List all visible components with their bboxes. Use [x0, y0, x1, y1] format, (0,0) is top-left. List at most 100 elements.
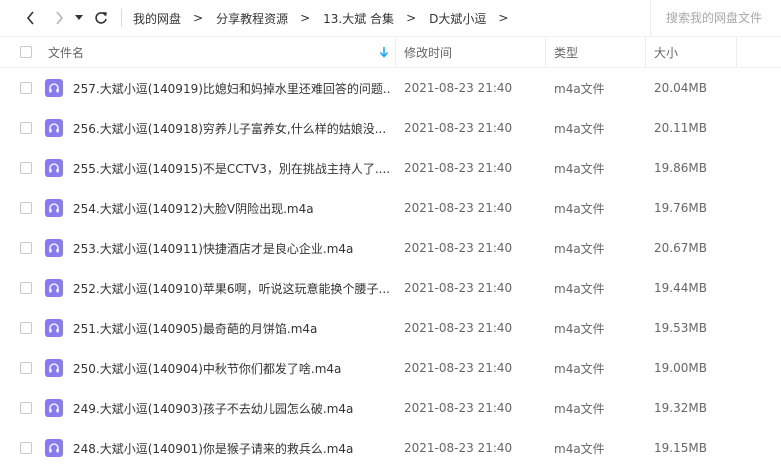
file-list-header: 文件名 修改时间 类型 大小 [0, 36, 781, 68]
file-list: 257.大斌小逗(140919)比媳妇和妈掉水里还难回答的问题... 2021-… [0, 68, 781, 468]
file-row[interactable]: 256.大斌小逗(140918)穷养儿子富养女,什么样的姑娘没... 2021-… [0, 108, 781, 148]
toolbar: 我的网盘 > 分享教程资源 > 13.大斌 合集 > D大斌小逗 > [0, 0, 781, 36]
file-row[interactable]: 255.大斌小逗(140915)不是CCTV3，別在挑战主持人了.... 202… [0, 148, 781, 188]
column-divider[interactable] [545, 37, 546, 67]
file-type: m4a文件 [554, 241, 605, 256]
audio-file-icon [45, 199, 63, 217]
audio-file-icon [45, 399, 63, 417]
file-name[interactable]: 257.大斌小逗(140919)比媳妇和妈掉水里还难回答的问题... [73, 68, 391, 108]
column-divider[interactable] [645, 37, 646, 67]
row-checkbox[interactable] [20, 242, 32, 254]
headphones-icon [49, 363, 59, 373]
file-name[interactable]: 254.大斌小逗(140912)大脸V阴险出现.m4a [73, 188, 391, 228]
column-header-name[interactable]: 文件名 [48, 37, 84, 67]
file-modified-time: 2021-08-23 21:40 [404, 81, 513, 95]
file-modified-time: 2021-08-23 21:40 [404, 361, 513, 375]
headphones-icon [49, 163, 59, 173]
file-modified-time: 2021-08-23 21:40 [404, 241, 513, 255]
file-size: 19.53MB [654, 321, 707, 335]
breadcrumb-item-shared[interactable]: 分享教程资源 [216, 10, 288, 27]
file-size: 19.32MB [654, 401, 707, 415]
toolbar-divider [121, 9, 122, 27]
file-size: 19.86MB [654, 161, 707, 175]
file-name[interactable]: 253.大斌小逗(140911)快捷酒店才是良心企业.m4a [73, 228, 391, 268]
file-modified-time: 2021-08-23 21:40 [404, 441, 513, 455]
row-checkbox[interactable] [20, 202, 32, 214]
file-name[interactable]: 248.大斌小逗(140901)你是猴子请来的救兵么.m4a [73, 428, 391, 468]
row-checkbox[interactable] [20, 82, 32, 94]
file-row[interactable]: 257.大斌小逗(140919)比媳妇和妈掉水里还难回答的问题... 2021-… [0, 68, 781, 108]
column-divider[interactable] [736, 37, 737, 67]
file-row[interactable]: 251.大斌小逗(140905)最奇葩的月饼馅.m4a 2021-08-23 2… [0, 308, 781, 348]
headphones-icon [49, 323, 59, 333]
headphones-icon [49, 243, 59, 253]
file-modified-time: 2021-08-23 21:40 [404, 321, 513, 335]
audio-file-icon [45, 439, 63, 457]
search-input[interactable] [651, 10, 781, 26]
breadcrumb-separator: > [406, 11, 417, 25]
file-row[interactable]: 252.大斌小逗(140910)苹果6啊，听说这玩意能换个腰子.... 2021… [0, 268, 781, 308]
refresh-icon [95, 12, 107, 24]
file-type: m4a文件 [554, 441, 605, 456]
file-name[interactable]: 249.大斌小逗(140903)孩子不去幼儿园怎么破.m4a [73, 388, 391, 428]
breadcrumb-item-current[interactable]: D大斌小逗 [429, 10, 486, 27]
file-modified-time: 2021-08-23 21:40 [404, 161, 513, 175]
sort-down-arrow-icon[interactable] [379, 46, 389, 58]
headphones-icon [49, 283, 59, 293]
headphones-icon [49, 83, 59, 93]
audio-file-icon [45, 319, 63, 337]
file-type: m4a文件 [554, 281, 605, 296]
row-checkbox[interactable] [20, 442, 32, 454]
file-size: 20.04MB [654, 81, 707, 95]
column-header-size[interactable]: 大小 [654, 37, 678, 67]
column-divider[interactable] [395, 37, 396, 67]
select-all-checkbox[interactable] [20, 46, 32, 58]
column-header-modified[interactable]: 修改时间 [404, 37, 452, 67]
forward-button[interactable] [48, 7, 70, 29]
file-type: m4a文件 [554, 161, 605, 176]
row-checkbox[interactable] [20, 282, 32, 294]
row-checkbox[interactable] [20, 322, 32, 334]
back-button[interactable] [20, 7, 42, 29]
file-size: 19.15MB [654, 441, 707, 455]
file-type: m4a文件 [554, 361, 605, 376]
file-row[interactable]: 254.大斌小逗(140912)大脸V阴险出现.m4a 2021-08-23 2… [0, 188, 781, 228]
row-checkbox[interactable] [20, 402, 32, 414]
file-size: 20.11MB [654, 121, 707, 135]
row-checkbox[interactable] [20, 362, 32, 374]
search-box [650, 0, 781, 36]
file-name[interactable]: 255.大斌小逗(140915)不是CCTV3，別在挑战主持人了.... [73, 148, 391, 188]
breadcrumb-item-root[interactable]: 我的网盘 [133, 10, 181, 27]
audio-file-icon [45, 119, 63, 137]
file-name[interactable]: 256.大斌小逗(140918)穷养儿子富养女,什么样的姑娘没... [73, 108, 391, 148]
file-name[interactable]: 252.大斌小逗(140910)苹果6啊，听说这玩意能换个腰子.... [73, 268, 391, 308]
file-modified-time: 2021-08-23 21:40 [404, 121, 513, 135]
breadcrumb-separator: > [300, 11, 311, 25]
chevron-right-icon [56, 11, 64, 25]
breadcrumb-expand-arrow[interactable]: > [486, 11, 521, 25]
file-type: m4a文件 [554, 121, 605, 136]
headphones-icon [49, 403, 59, 413]
headphones-icon [49, 203, 59, 213]
audio-file-icon [45, 359, 63, 377]
row-checkbox[interactable] [20, 162, 32, 174]
file-modified-time: 2021-08-23 21:40 [404, 401, 513, 415]
breadcrumb-separator: > [193, 11, 204, 25]
file-row[interactable]: 248.大斌小逗(140901)你是猴子请来的救兵么.m4a 2021-08-2… [0, 428, 781, 468]
column-header-type[interactable]: 类型 [554, 37, 578, 67]
refresh-button[interactable] [90, 7, 112, 29]
file-size: 19.00MB [654, 361, 707, 375]
file-modified-time: 2021-08-23 21:40 [404, 281, 513, 295]
file-name[interactable]: 250.大斌小逗(140904)中秋节你们都发了啥.m4a [73, 348, 391, 388]
file-row[interactable]: 250.大斌小逗(140904)中秋节你们都发了啥.m4a 2021-08-23… [0, 348, 781, 388]
file-row[interactable]: 249.大斌小逗(140903)孩子不去幼儿园怎么破.m4a 2021-08-2… [0, 388, 781, 428]
row-checkbox[interactable] [20, 122, 32, 134]
file-type: m4a文件 [554, 81, 605, 96]
file-row[interactable]: 253.大斌小逗(140911)快捷酒店才是良心企业.m4a 2021-08-2… [0, 228, 781, 268]
audio-file-icon [45, 79, 63, 97]
file-size: 20.67MB [654, 241, 707, 255]
breadcrumb-item-collection[interactable]: 13.大斌 合集 [323, 10, 394, 27]
history-dropdown-button[interactable] [71, 7, 87, 29]
chevron-left-icon [26, 11, 34, 25]
file-name[interactable]: 251.大斌小逗(140905)最奇葩的月饼馅.m4a [73, 308, 391, 348]
